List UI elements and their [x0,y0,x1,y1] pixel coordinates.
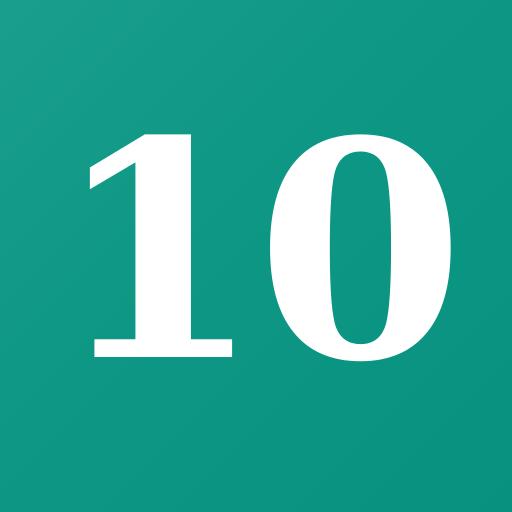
number-display: 10 [0,0,512,512]
number-label: 10 [53,75,464,428]
number-tile: 10 [0,0,512,512]
